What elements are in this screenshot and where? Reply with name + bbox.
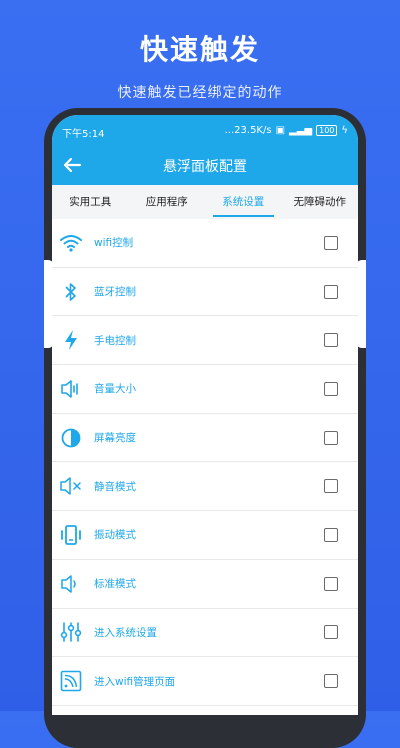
wifi-settings-icon — [58, 668, 84, 694]
sim-icon: ▣ — [275, 125, 286, 136]
settings-list: wifi控制 蓝牙控制 手电控制 音量大小 屏幕亮度 静音模式 振动模式 标准模… — [52, 219, 358, 706]
list-item-label: 蓝牙控制 — [94, 286, 136, 299]
list-item-label: 屏幕亮度 — [94, 432, 136, 445]
wifi-checkbox[interactable] — [324, 235, 338, 250]
flashlight-checkbox[interactable] — [324, 333, 338, 348]
list-item-brightness[interactable]: 屏幕亮度 — [52, 414, 358, 463]
charging-icon: ϟ — [341, 125, 348, 136]
list-item-vibrate[interactable]: 振动模式 — [52, 511, 358, 560]
list-item-mute[interactable]: 静音模式 — [52, 462, 358, 512]
list-item-label: wifi控制 — [94, 237, 134, 250]
network-speed: ...23.5K/s — [224, 125, 272, 136]
page-subheadline: 快速触发已经绑定的动作 — [117, 85, 283, 101]
app-bar-title: 悬浮面板配置 — [163, 159, 247, 175]
list-item-label: 振动模式 — [94, 529, 136, 542]
list-item-flashlight[interactable]: 手电控制 — [52, 316, 358, 366]
system-settings-checkbox[interactable] — [324, 625, 338, 640]
list-item-label: 进入wifi管理页面 — [94, 675, 176, 688]
list-item-system-settings[interactable]: 进入系统设置 — [52, 609, 358, 658]
vibrate-icon — [58, 522, 84, 548]
tab-apps[interactable]: 应用程序 — [129, 185, 206, 219]
list-item-wifi-settings[interactable]: 进入wifi管理页面 — [52, 657, 358, 706]
status-time: 下午5:14 — [62, 129, 105, 140]
list-item-bluetooth[interactable]: 蓝牙控制 — [52, 268, 358, 317]
signal-icon: ▂▃▅ — [289, 125, 313, 136]
standard-checkbox[interactable] — [324, 576, 338, 591]
status-bar: 下午5:14 ...23.5K/s ▣ ▂▃▅ 100 ϟ — [52, 115, 358, 145]
list-item-volume[interactable]: 音量大小 — [52, 365, 358, 414]
tab-tools[interactable]: 实用工具 — [52, 185, 129, 219]
app-bar: 悬浮面板配置 — [52, 145, 358, 185]
list-item-label: 标准模式 — [94, 578, 136, 591]
list-item-label: 进入系统设置 — [94, 626, 157, 639]
bluetooth-icon — [58, 279, 84, 305]
speaker-icon — [58, 571, 84, 597]
sliders-icon — [58, 619, 84, 645]
battery-icon: 100 — [316, 125, 338, 136]
volume-checkbox[interactable] — [324, 381, 338, 396]
list-item-label: 静音模式 — [94, 480, 136, 493]
mute-icon — [58, 473, 84, 499]
page-headline: 快速触发 — [139, 33, 260, 66]
list-item-label: 手电控制 — [94, 334, 136, 347]
bluetooth-checkbox[interactable] — [324, 284, 338, 299]
tab-system-settings[interactable]: 系统设置 — [205, 185, 282, 219]
list-item-standard[interactable]: 标准模式 — [52, 560, 358, 609]
tab-bar: 实用工具 应用程序 系统设置 无障碍动作 — [52, 185, 358, 219]
brightness-checkbox[interactable] — [324, 430, 338, 445]
status-indicators: ...23.5K/s ▣ ▂▃▅ 100 ϟ — [225, 125, 348, 136]
wifi-icon — [58, 230, 84, 256]
vibrate-checkbox[interactable] — [324, 527, 338, 542]
flash-icon — [58, 327, 84, 353]
wifi-settings-checkbox[interactable] — [324, 674, 338, 689]
volume-icon — [58, 376, 84, 402]
tab-accessibility-actions[interactable]: 无障碍动作 — [282, 185, 359, 219]
phone-screen: 下午5:14 ...23.5K/s ▣ ▂▃▅ 100 ϟ 悬浮面板配置 实用工… — [52, 115, 358, 715]
list-item-wifi[interactable]: wifi控制 — [52, 219, 358, 268]
brightness-icon — [58, 425, 84, 451]
list-item-label: 音量大小 — [94, 383, 136, 396]
mute-checkbox[interactable] — [324, 479, 338, 494]
